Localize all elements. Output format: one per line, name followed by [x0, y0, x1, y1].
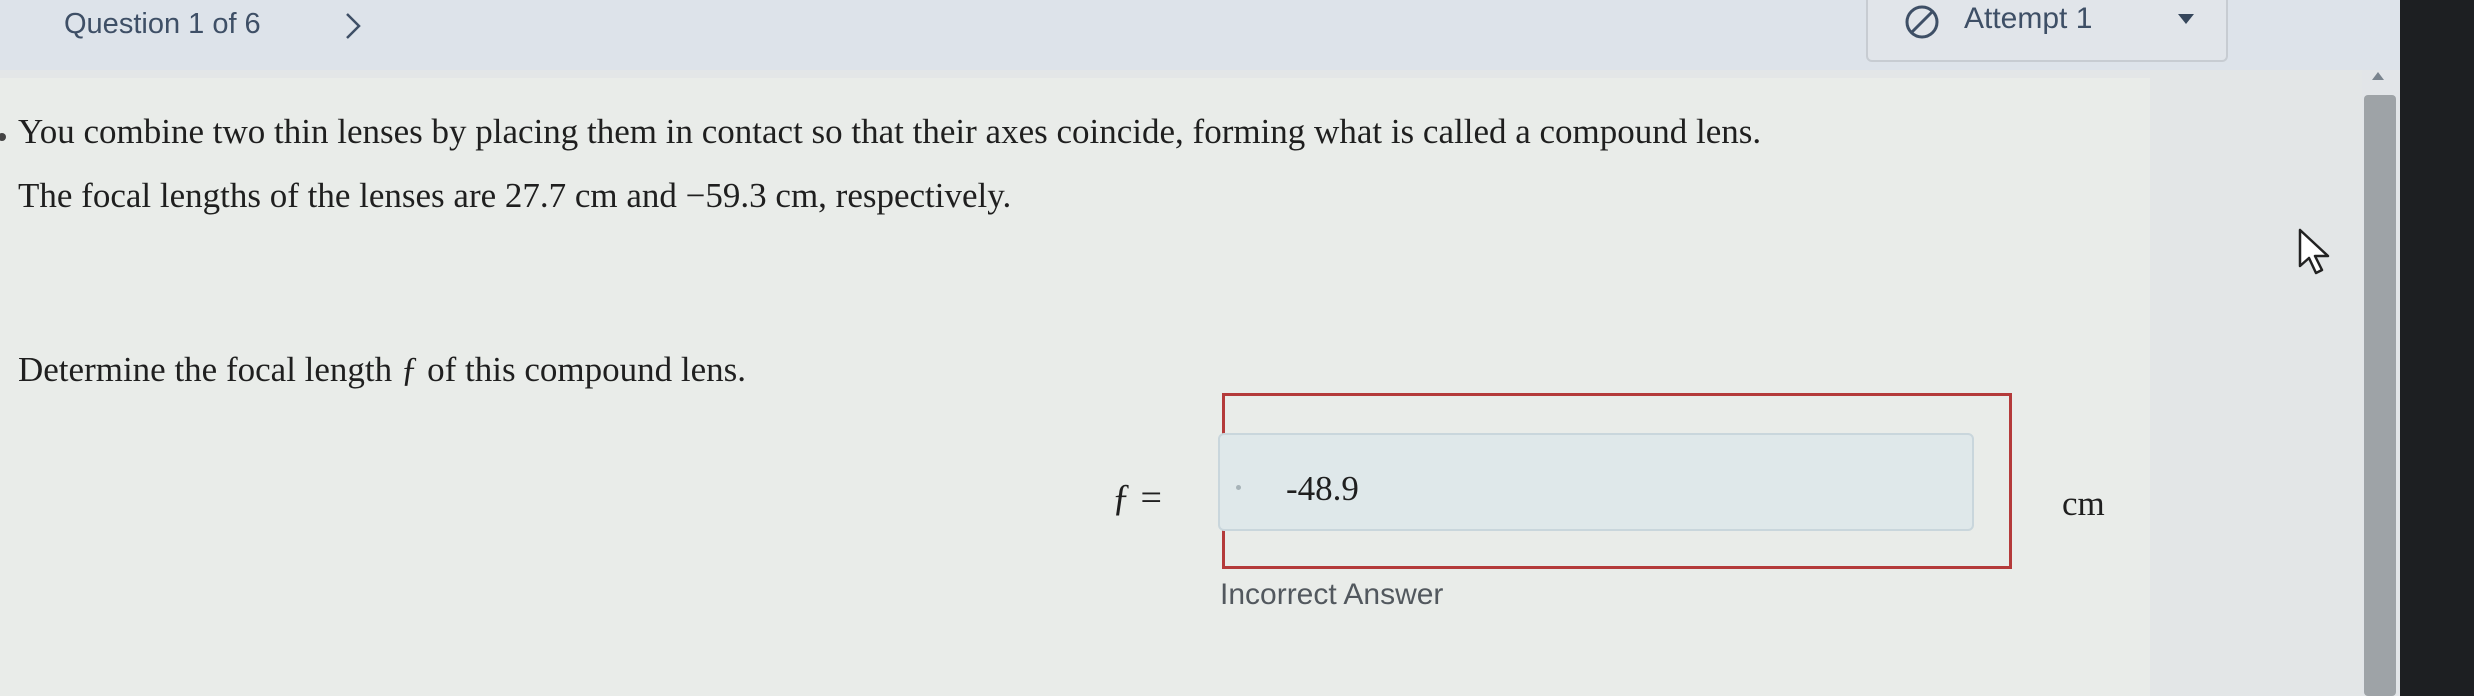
answer-input[interactable] [1218, 433, 1974, 531]
question-text-line-1: You combine two thin lenses by placing t… [18, 112, 1762, 151]
question-text-line-2: The focal lengths of the lenses are 27.7… [18, 176, 1012, 215]
next-question-button[interactable] [335, 6, 371, 46]
scrollbar-thumb[interactable] [2364, 95, 2396, 696]
cancel-circle-icon [1905, 5, 1939, 39]
attempt-dropdown[interactable]: Attempt 1 [1866, 0, 2228, 62]
mouse-cursor-icon [2298, 228, 2330, 275]
caret-down-icon [2178, 14, 2194, 24]
unit-label: cm [2062, 484, 2105, 523]
chevron-right-icon [346, 13, 361, 39]
scroll-up-arrow-icon[interactable] [2372, 72, 2384, 80]
screen-edge [2400, 0, 2474, 696]
variable-label: ƒ = [1112, 477, 1162, 519]
top-bar: Question 1 of 6 Attempt 1 [0, 0, 2474, 70]
question-prompt: Determine the focal length ƒ of this com… [18, 350, 747, 389]
attempt-label: Attempt 1 [1964, 2, 2093, 35]
feedback-message: Incorrect Answer [1220, 578, 1444, 611]
input-dot [1236, 485, 1241, 490]
question-counter: Question 1 of 6 [64, 8, 261, 40]
